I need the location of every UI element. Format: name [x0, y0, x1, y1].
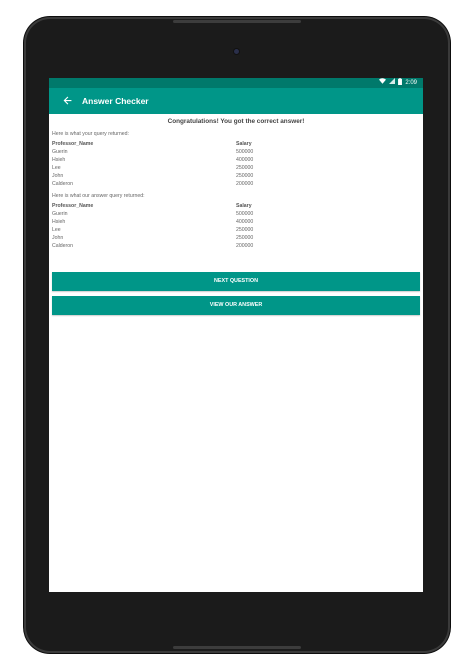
salary-cell: 400000 — [236, 157, 254, 163]
back-button[interactable] — [57, 91, 77, 111]
table-row: Lee 250000 — [52, 164, 417, 172]
result-message: Congratulations! You got the correct ans… — [167, 118, 305, 125]
speaker-grille-top — [173, 20, 301, 23]
professor-name-cell: Calderon — [52, 243, 74, 249]
professor-name-cell: John — [52, 173, 64, 179]
table-row: Lee 250000 — [52, 226, 417, 234]
next-question-button[interactable]: NEXT QUESTION — [52, 272, 420, 291]
wifi-icon — [379, 78, 387, 88]
column-header-salary: Salary — [236, 203, 252, 209]
professor-name-cell: Calderon — [52, 181, 74, 187]
app-bar: Answer Checker — [49, 88, 423, 114]
battery-icon — [398, 78, 403, 89]
view-our-answer-button[interactable]: VIEW OUR ANSWER — [52, 296, 420, 315]
signal-icon — [389, 78, 396, 88]
table-row: Guerin 500000 — [52, 148, 417, 156]
status-time: 2:09 — [405, 80, 417, 86]
column-header-salary: Salary — [236, 141, 252, 147]
table-row: John 250000 — [52, 234, 417, 242]
professor-name-cell: Lee — [52, 165, 61, 171]
user-result-table: Professor_Name Salary Guerin 500000 Hsie… — [52, 140, 417, 188]
salary-cell: 250000 — [236, 227, 254, 233]
table-row: Calderon 200000 — [52, 180, 417, 188]
professor-name-cell: Lee — [52, 227, 61, 233]
arrow-left-icon — [63, 92, 72, 110]
salary-cell: 200000 — [236, 181, 254, 187]
professor-name-cell: John — [52, 235, 64, 241]
screen: 2:09 Answer Checker Congratulations! You… — [49, 78, 423, 592]
column-header-professor-name: Professor_Name — [52, 141, 94, 147]
professor-name-cell: Guerin — [52, 211, 68, 217]
table-row: Hsieh 400000 — [52, 156, 417, 164]
table-header-row: Professor_Name Salary — [52, 140, 417, 148]
column-header-professor-name: Professor_Name — [52, 203, 94, 209]
salary-cell: 500000 — [236, 149, 254, 155]
status-bar: 2:09 — [49, 78, 423, 88]
professor-name-cell: Hsieh — [52, 157, 66, 163]
salary-cell: 250000 — [236, 165, 254, 171]
salary-cell: 200000 — [236, 243, 254, 249]
user-query-caption: Here is what your query returned: — [52, 131, 129, 137]
professor-name-cell: Guerin — [52, 149, 68, 155]
answer-query-caption: Here is what our answer query returned: — [52, 193, 145, 199]
table-row: Guerin 500000 — [52, 210, 417, 218]
speaker-grille-bottom — [173, 646, 301, 649]
answer-result-table: Professor_Name Salary Guerin 500000 Hsie… — [52, 202, 417, 250]
table-header-row: Professor_Name Salary — [52, 202, 417, 210]
page-title: Answer Checker — [82, 96, 149, 106]
salary-cell: 400000 — [236, 219, 254, 225]
tablet-frame: 2:09 Answer Checker Congratulations! You… — [24, 17, 450, 653]
table-row: Calderon 200000 — [52, 242, 417, 250]
salary-cell: 250000 — [236, 173, 254, 179]
front-camera — [234, 49, 239, 54]
table-row: Hsieh 400000 — [52, 218, 417, 226]
professor-name-cell: Hsieh — [52, 219, 66, 225]
salary-cell: 250000 — [236, 235, 254, 241]
salary-cell: 500000 — [236, 211, 254, 217]
table-row: John 250000 — [52, 172, 417, 180]
